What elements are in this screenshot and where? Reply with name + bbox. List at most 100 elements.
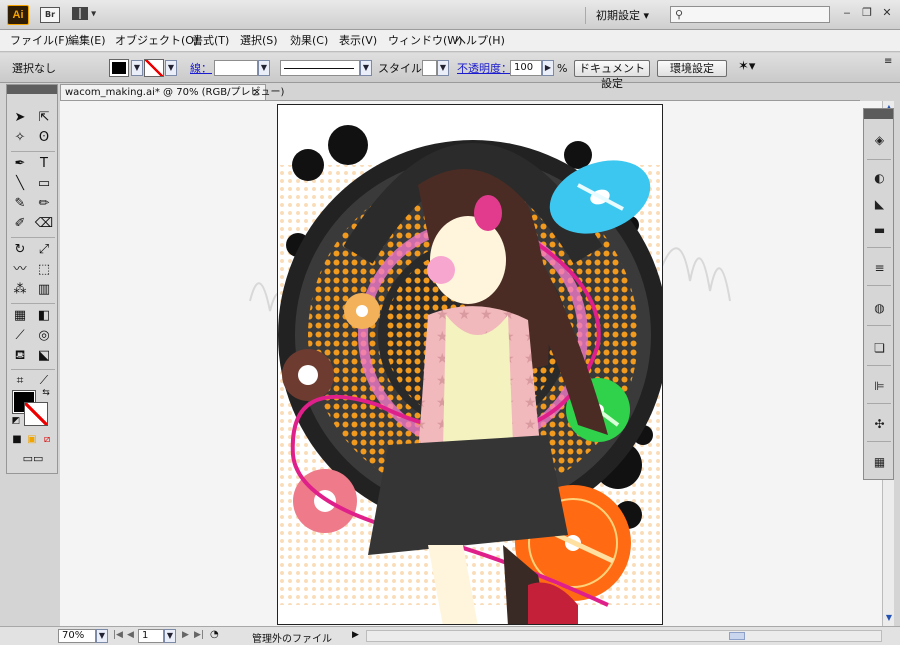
control-panel-menu-icon[interactable]: ≡ (884, 55, 892, 68)
symbols-panel-icon[interactable]: ✣ (871, 417, 888, 432)
menu-edit[interactable]: 編集(E) (68, 33, 106, 49)
restore-button[interactable]: ❐ (860, 6, 874, 20)
appearance-panel-icon[interactable]: ❏ (871, 341, 888, 356)
stroke-color-box[interactable] (24, 402, 48, 426)
gradient-panel-icon[interactable]: ▬ (871, 223, 888, 238)
dock-separator (867, 159, 891, 160)
graphic-style-swatch[interactable] (422, 60, 437, 76)
artboard-number-field[interactable]: 1 (138, 629, 164, 643)
menu-type[interactable]: 書式(T) (192, 33, 229, 49)
direct-selection-tool-icon[interactable]: ⇱ (34, 109, 54, 127)
fill-color-swatch[interactable] (109, 59, 129, 77)
first-artboard-icon[interactable]: |◀ (113, 630, 123, 640)
rectangle-tool-icon[interactable]: ▭ (34, 175, 54, 193)
transparency-panel-icon[interactable]: ◍ (871, 301, 888, 316)
arrange-documents-button[interactable]: ▾ (72, 7, 102, 23)
line-tool-icon[interactable]: ╲ (10, 175, 30, 193)
horizontal-scroll-thumb[interactable] (729, 632, 745, 640)
selection-tool-icon[interactable]: ➤ (10, 109, 30, 127)
gradient-mode-icon[interactable]: ▣ (25, 433, 39, 447)
artboard[interactable]: ★ (277, 104, 663, 625)
none-mode-icon[interactable]: ⧄ (40, 433, 54, 447)
screen-mode-icon[interactable]: ▭▭ (21, 451, 45, 467)
document-setup-button[interactable]: ドキュメント設定 (574, 60, 650, 90)
stroke-dropdown[interactable]: ▼ (165, 60, 177, 76)
bridge-icon[interactable]: Br (40, 7, 60, 23)
stroke-panel-icon[interactable]: ≡ (871, 261, 888, 276)
artboard-dropdown[interactable]: ▼ (164, 629, 176, 643)
scroll-down-icon[interactable]: ▼ (884, 613, 894, 623)
lasso-tool-icon[interactable]: ʘ (34, 129, 54, 147)
free-transform-tool-icon[interactable]: ⬚ (34, 261, 54, 279)
artboard-tool-icon[interactable]: ⌗ (10, 371, 30, 389)
search-input[interactable]: ⚲ (670, 6, 830, 23)
align-panel-icon[interactable]: ⊫ (871, 379, 888, 394)
eyedropper-tool-icon[interactable]: ⟋ (10, 327, 30, 345)
stroke-color-swatch[interactable] (144, 59, 164, 77)
column-graph-tool-icon[interactable]: ▥ (34, 281, 54, 299)
live-paint-selection-tool-icon[interactable]: ⬕ (34, 347, 54, 365)
zoom-field[interactable]: 70% (58, 629, 96, 643)
status-menu-arrow-icon[interactable]: ▶ (352, 630, 359, 640)
preferences-button[interactable]: 環境設定 (657, 60, 727, 77)
stroke-weight-field[interactable] (214, 60, 258, 76)
paintbrush-tool-icon[interactable]: ✎ (10, 195, 30, 213)
status-info[interactable]: 管理外のファイル (252, 630, 332, 645)
warp-tool-icon[interactable]: 〰 (10, 261, 30, 279)
dock-separator (867, 325, 891, 326)
opacity-label-link[interactable]: 不透明度： (457, 62, 512, 75)
last-artboard-icon[interactable]: ▶| (194, 630, 204, 640)
swatches-panel-icon[interactable]: ▦ (871, 455, 888, 470)
color-mode-icon[interactable]: ■ (10, 433, 24, 447)
symbol-sprayer-tool-icon[interactable]: ⁂ (10, 281, 30, 299)
gradient-tool-icon[interactable]: ◧ (34, 307, 54, 325)
opacity-field[interactable]: 100 (510, 60, 542, 76)
brush-dropdown[interactable]: ▼ (360, 60, 372, 76)
menu-file[interactable]: ファイル(F) (10, 33, 69, 49)
minimize-button[interactable]: ‒ (840, 6, 854, 20)
color-panel-icon[interactable]: ◐ (871, 171, 888, 186)
next-artboard-icon[interactable]: ▶ (182, 630, 189, 640)
document-tab-close-icon[interactable]: × (253, 85, 261, 100)
layers-icon[interactable]: ◈ (871, 133, 888, 148)
mesh-tool-icon[interactable]: ▦ (10, 307, 30, 325)
zoom-dropdown[interactable]: ▼ (96, 629, 108, 643)
pencil-tool-icon[interactable]: ✏ (34, 195, 54, 213)
tool-separator (11, 303, 55, 304)
opacity-dropdown[interactable]: ▶ (542, 60, 554, 76)
menu-effect[interactable]: 効果(C) (290, 33, 328, 49)
type-tool-icon[interactable]: T (34, 155, 54, 173)
style-dropdown[interactable]: ▼ (437, 60, 449, 76)
swap-fill-stroke-icon[interactable]: ⇆ (39, 387, 53, 399)
scale-tool-icon[interactable]: ⤢ (34, 241, 54, 259)
document-tab[interactable]: wacom_making.ai* @ 70% (RGB/プレビュー) × (60, 84, 284, 100)
menu-view[interactable]: 表示(V) (339, 33, 377, 49)
menu-window[interactable]: ウィンドウ(W) (388, 33, 462, 49)
workspace-switcher[interactable]: 初期設定 ▾ (585, 7, 649, 24)
pen-tool-icon[interactable]: ✒ (10, 155, 30, 173)
tools-panel-header[interactable] (7, 85, 57, 94)
status-options-icon[interactable]: ◔ (210, 629, 219, 640)
menu-help[interactable]: ヘルプ(H) (455, 33, 505, 49)
default-colors-icon[interactable]: ◩ (10, 415, 22, 427)
panel-dock-header[interactable] (864, 109, 893, 119)
close-button[interactable]: ✕ (880, 6, 894, 20)
eraser-tool-icon[interactable]: ⌫ (34, 215, 54, 233)
live-paint-bucket-tool-icon[interactable]: ⛾ (10, 347, 30, 365)
blob-brush-tool-icon[interactable]: ✐ (10, 215, 30, 233)
illustrator-app-icon[interactable]: Ai (7, 5, 29, 25)
blend-tool-icon[interactable]: ◎ (34, 327, 54, 345)
magic-wand-tool-icon[interactable]: ✧ (10, 129, 30, 147)
status-bar: 70% ▼ |◀ ◀ 1 ▼ ▶ ▶| ◔ 管理外のファイル ▶ (0, 626, 900, 645)
fill-dropdown[interactable]: ▼ (131, 60, 143, 76)
prev-artboard-icon[interactable]: ◀ (127, 630, 134, 640)
color-guide-icon[interactable]: ◣ (871, 197, 888, 212)
menu-object[interactable]: オブジェクト(O) (115, 33, 198, 49)
menu-select[interactable]: 選択(S) (240, 33, 278, 49)
stroke-label-link[interactable]: 線： (190, 62, 212, 75)
stroke-weight-dropdown[interactable]: ▼ (258, 60, 270, 76)
horizontal-scrollbar[interactable] (366, 630, 882, 642)
isolate-selection-icon[interactable]: ✶▾ (738, 60, 755, 73)
canvas-area[interactable]: ★ (60, 101, 882, 626)
rotate-tool-icon[interactable]: ↻ (10, 241, 30, 259)
